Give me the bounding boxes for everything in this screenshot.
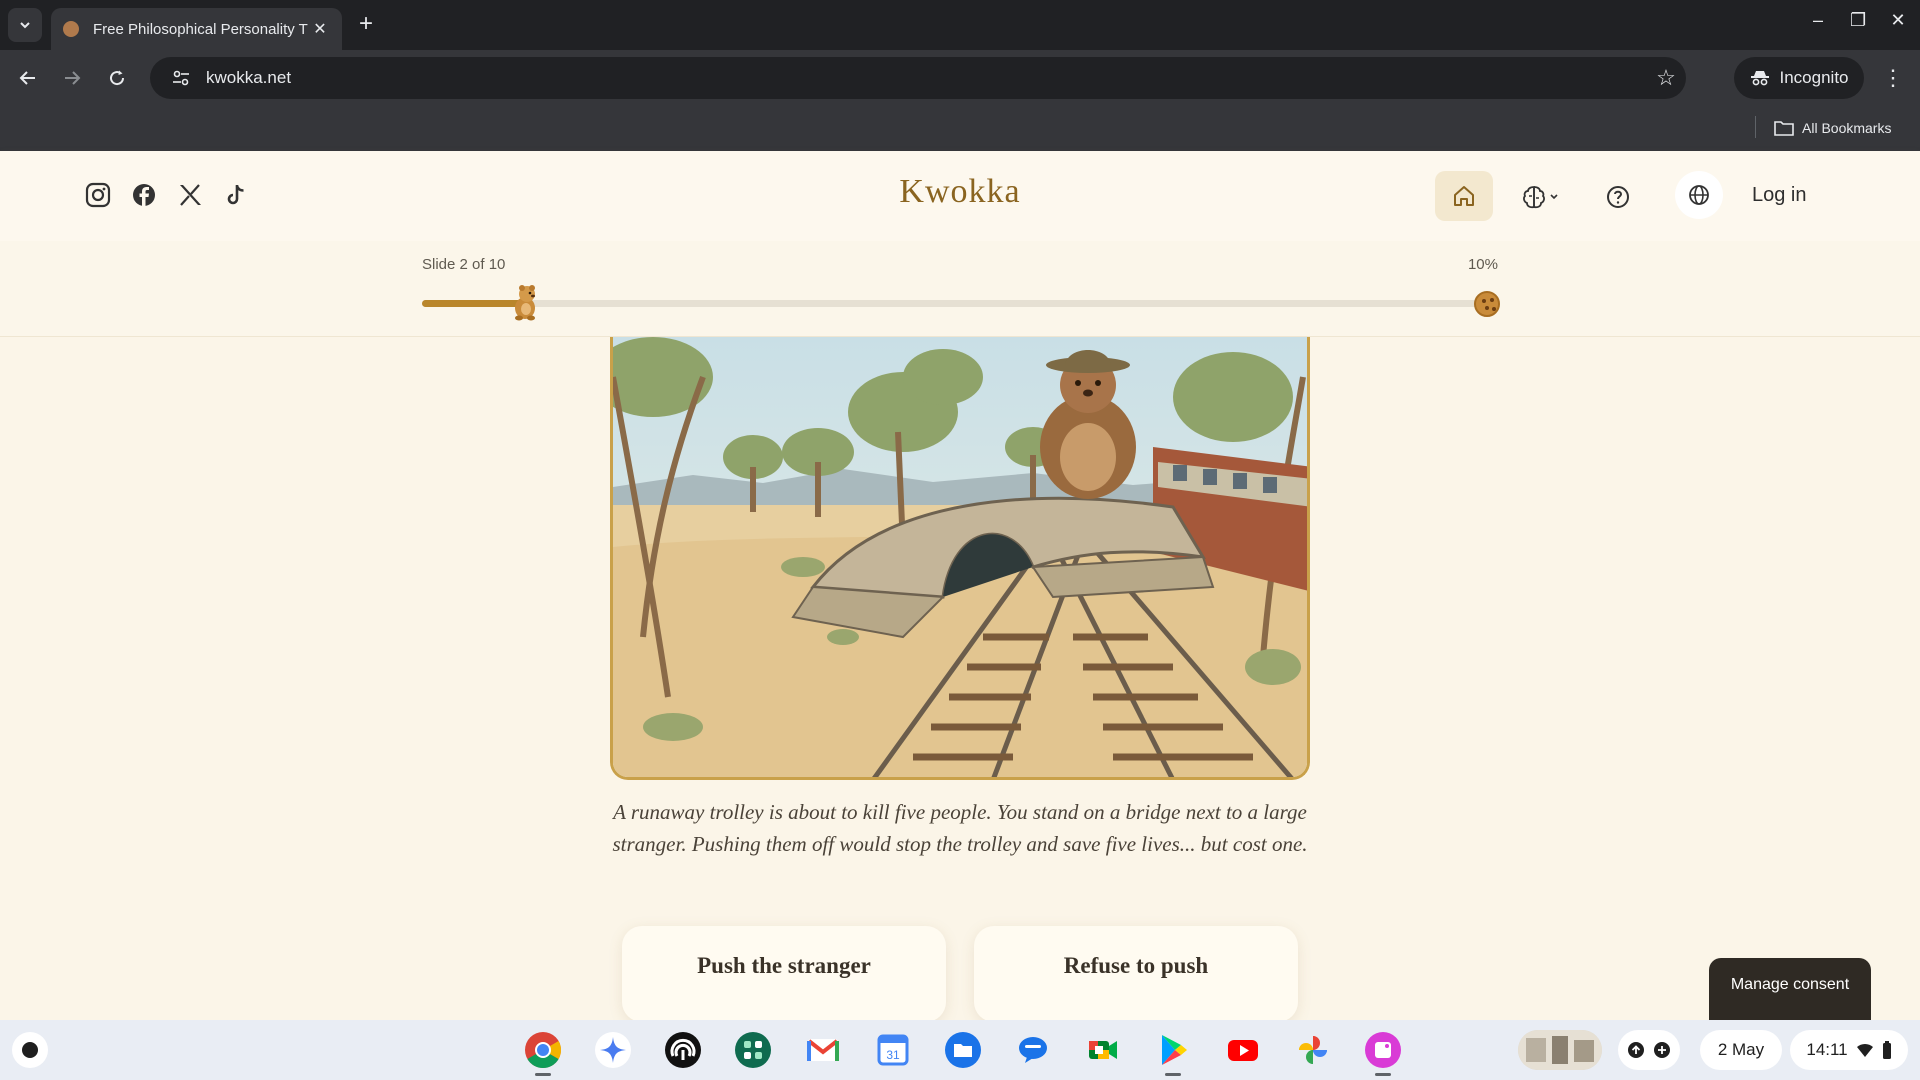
tests-menu-button[interactable] <box>1515 177 1565 217</box>
tray-status-icons[interactable] <box>1618 1030 1680 1070</box>
incognito-icon <box>1750 71 1769 86</box>
address-bar[interactable]: kwokka.net ☆ <box>150 57 1686 99</box>
browser-menu-icon[interactable]: ⋮ <box>1880 64 1906 92</box>
incognito-badge[interactable]: Incognito <box>1734 57 1864 99</box>
all-bookmarks-button[interactable]: All Bookmarks <box>1774 116 1891 140</box>
site-header: Kwokka Log in <box>0 151 1920 241</box>
wifi-icon <box>1856 1043 1873 1057</box>
scenario-illustration <box>610 337 1310 780</box>
new-tab-button[interactable]: + <box>352 10 380 38</box>
files-icon[interactable] <box>939 1030 987 1070</box>
tray-clock[interactable]: 14:11 <box>1790 1030 1908 1070</box>
back-button[interactable] <box>12 62 44 94</box>
tray-date[interactable]: 2 May <box>1700 1030 1782 1070</box>
manage-consent-button[interactable]: Manage consent <box>1709 958 1871 1020</box>
incognito-label: Incognito <box>1779 68 1849 87</box>
progress-percent: 10% <box>1467 256 1498 273</box>
bookmarks-bar: All Bookmarks <box>0 106 1920 151</box>
folder-icon <box>1774 121 1794 136</box>
site-info-icon[interactable] <box>170 67 192 89</box>
brain-icon <box>1523 186 1545 209</box>
facebook-icon[interactable] <box>130 181 158 209</box>
window-controls: – ❐ ✕ <box>1810 10 1906 31</box>
screencast-icon[interactable] <box>1359 1030 1407 1076</box>
podcast-icon[interactable] <box>659 1030 707 1070</box>
reload-button[interactable] <box>101 62 133 94</box>
login-link[interactable]: Log in <box>1752 184 1807 207</box>
close-window-icon[interactable]: ✕ <box>1890 10 1906 31</box>
help-button[interactable] <box>1600 177 1636 217</box>
arrow-left-icon <box>19 71 35 85</box>
reload-icon <box>110 70 125 86</box>
restore-icon[interactable]: ❐ <box>1850 10 1866 31</box>
chevron-down-icon <box>20 22 30 29</box>
close-tab-icon[interactable]: ✕ <box>310 19 330 39</box>
browser-tabstrip: Free Philosophical Personality T ✕ + – ❐… <box>0 0 1920 50</box>
youtube-icon[interactable] <box>1219 1030 1267 1070</box>
social-links <box>84 181 250 209</box>
launcher-button[interactable] <box>12 1032 48 1068</box>
all-bookmarks-label: All Bookmarks <box>1802 120 1892 136</box>
globe-icon <box>1689 185 1709 205</box>
play-store-icon[interactable] <box>1149 1030 1197 1076</box>
help-icon <box>1607 186 1629 208</box>
time-text: 14:11 <box>1806 1040 1848 1059</box>
pinned-apps: 31 <box>519 1030 1407 1076</box>
bookmark-star-icon[interactable]: ☆ <box>1646 65 1686 91</box>
x-icon[interactable] <box>176 181 204 209</box>
instagram-icon[interactable] <box>84 181 112 209</box>
url-text: kwokka.net <box>206 68 292 87</box>
slide-counter: Slide 2 of 10 <box>422 256 506 273</box>
tab-search-button[interactable] <box>8 8 42 42</box>
choice-push-button[interactable]: Push the stranger <box>622 926 946 1022</box>
meet-icon[interactable] <box>1079 1030 1127 1070</box>
browser-tab[interactable]: Free Philosophical Personality T ✕ <box>51 8 342 50</box>
chrome-icon[interactable] <box>519 1030 567 1076</box>
trolley-bridge-image <box>613 337 1307 777</box>
scenario-question: A runaway trolley is about to kill five … <box>612 800 1308 856</box>
tab-title: Free Philosophical Personality T <box>93 20 308 38</box>
favicon-icon <box>63 21 79 37</box>
calendar-icon[interactable]: 31 <box>869 1030 917 1070</box>
battery-icon <box>1882 1041 1891 1059</box>
bookmarks-divider <box>1755 116 1756 138</box>
progress-section: Slide 2 of 10 10% <box>0 241 1920 337</box>
language-button[interactable] <box>1675 171 1723 219</box>
home-button[interactable] <box>1435 171 1493 221</box>
arrow-right-icon <box>65 71 81 85</box>
upload-icon <box>1628 1042 1644 1058</box>
gemini-icon[interactable] <box>589 1030 637 1070</box>
add-icon <box>1654 1042 1670 1058</box>
browser-toolbar: kwokka.net ☆ Incognito ⋮ <box>0 50 1920 106</box>
photos-icon[interactable] <box>1289 1030 1337 1070</box>
choice-refuse-button[interactable]: Refuse to push <box>974 926 1298 1022</box>
os-shelf: 31 2 May 14:11 <box>0 1020 1920 1080</box>
gmail-icon[interactable] <box>799 1030 847 1070</box>
progress-track <box>422 285 1500 321</box>
home-icon <box>1454 186 1474 206</box>
forward-button[interactable] <box>56 62 88 94</box>
chevron-down-icon <box>1550 194 1558 200</box>
messages-icon[interactable] <box>1009 1030 1057 1070</box>
calendar-day: 31 <box>886 1048 900 1062</box>
apps-icon[interactable] <box>729 1030 777 1070</box>
tiktok-icon[interactable] <box>222 181 250 209</box>
quokka-mascot-icon <box>514 285 535 321</box>
launcher-icon <box>22 1042 38 1058</box>
cookie-goal-icon <box>1474 291 1500 317</box>
minimize-icon[interactable]: – <box>1810 10 1826 31</box>
holding-space-thumbnail[interactable] <box>1518 1030 1602 1070</box>
